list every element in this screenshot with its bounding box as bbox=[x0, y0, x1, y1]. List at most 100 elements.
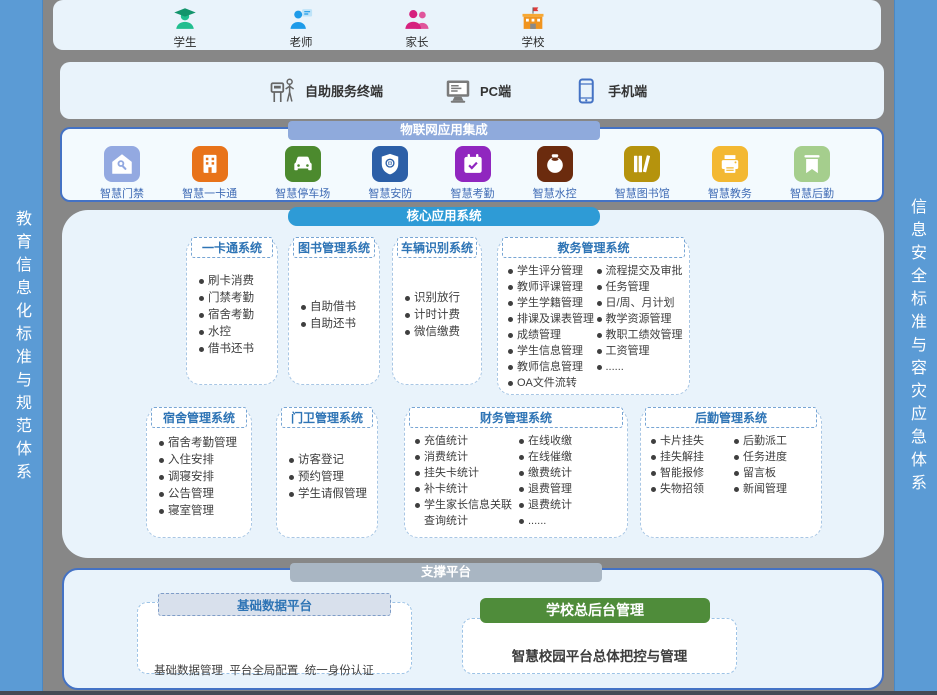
system-box-card-system: 一卡通系统刷卡消费门禁考勤宿舍考勤水控借书还书 bbox=[186, 238, 278, 385]
iot-tile-security bbox=[372, 146, 408, 182]
user-item-parents: 家长 bbox=[385, 0, 449, 50]
list-item: 成绩管理 bbox=[508, 327, 595, 343]
item-column: 充值统计消费统计挂失卡统计补卡统计学生家长信息关联查询统计 bbox=[415, 433, 517, 533]
list-item: 教职工绩效管理 bbox=[597, 327, 684, 343]
users-panel: 学生老师家长学校 bbox=[53, 0, 881, 50]
bullet-icon bbox=[734, 487, 739, 492]
bullet-icon bbox=[508, 365, 513, 370]
bullet-icon bbox=[651, 471, 656, 476]
bullet-icon bbox=[199, 313, 204, 318]
iot-tile-attendance bbox=[455, 146, 491, 182]
bullet-icon bbox=[508, 301, 513, 306]
bullet-icon bbox=[597, 349, 602, 354]
iot-item-library: 智慧图书馆 bbox=[615, 146, 670, 201]
student-icon bbox=[171, 5, 199, 33]
bullet-icon bbox=[159, 492, 164, 497]
bullet-icon bbox=[597, 365, 602, 370]
right-standards-label: 信息安全标准与容灾应急体系 bbox=[904, 198, 928, 497]
school-icon bbox=[519, 5, 547, 33]
bullet-icon bbox=[415, 439, 420, 444]
list-item: 微信缴费 bbox=[405, 324, 475, 341]
base-data-line1: 基础数据管理 平台全局配置 统一身份认证 bbox=[154, 663, 399, 681]
left-standards-label: 教育信息化标准与规范体系 bbox=[9, 210, 33, 486]
list-item: 流程提交及审批 bbox=[597, 263, 684, 279]
list-item: ...... bbox=[597, 359, 684, 375]
system-box-finance-system: 财务管理系统充值统计消费统计挂失卡统计补卡统计学生家长信息关联查询统计在线收缴在… bbox=[404, 408, 628, 538]
list-item: 失物招领 bbox=[651, 481, 732, 497]
list-item: 自助还书 bbox=[301, 316, 373, 333]
system-box-academic-system: 教务管理系统学生评分管理教师评课管理学生学籍管理排课及课表管理成绩管理学生信息管… bbox=[497, 238, 690, 395]
school-admin-box: 智慧校园平台总体把控与管理 bbox=[462, 618, 737, 674]
bullet-icon bbox=[508, 317, 513, 322]
bullet-icon bbox=[415, 471, 420, 476]
list-item: 宿舍考勤 bbox=[199, 307, 271, 324]
parents-icon bbox=[403, 5, 431, 33]
iot-integration-panel: 物联网应用集成 智慧门禁智慧一卡通智慧停车场智慧安防智慧考勤智慧水控智慧图书馆智… bbox=[60, 127, 884, 202]
iot-section-badge: 物联网应用集成 bbox=[288, 121, 600, 140]
list-item: 新闻管理 bbox=[734, 481, 815, 497]
water-icon bbox=[542, 151, 568, 177]
bullet-icon bbox=[519, 519, 524, 524]
bullet-icon bbox=[508, 269, 513, 274]
iot-tile-water bbox=[537, 146, 573, 182]
list-item: 水控 bbox=[199, 324, 271, 341]
iot-item-attendance: 智慧考勤 bbox=[451, 146, 495, 201]
list-item: 挂失解挂 bbox=[651, 449, 732, 465]
list-item: 留言板 bbox=[734, 465, 815, 481]
bullet-icon bbox=[289, 458, 294, 463]
list-item: 宿舍考勤管理 bbox=[159, 435, 245, 452]
bullet-icon bbox=[734, 471, 739, 476]
bullet-icon bbox=[734, 439, 739, 444]
list-item: 门禁考勤 bbox=[199, 290, 271, 307]
bullet-icon bbox=[159, 458, 164, 463]
list-item: 排课及课表管理 bbox=[508, 311, 595, 327]
iot-item-logistics: 智慧后勤 bbox=[790, 146, 834, 201]
bullet-icon bbox=[415, 455, 420, 460]
iot-label-security: 智慧安防 bbox=[368, 185, 412, 201]
iot-label-water: 智慧水控 bbox=[533, 185, 577, 201]
item-column: 学生评分管理教师评课管理学生学籍管理排课及课表管理成绩管理学生信息管理教师信息管… bbox=[508, 263, 595, 390]
terminal-label-phone: 手机端 bbox=[608, 81, 647, 100]
list-item: 缴费统计 bbox=[519, 465, 621, 481]
user-item-school: 学校 bbox=[501, 0, 565, 50]
user-label-school: 学校 bbox=[522, 34, 545, 50]
list-item: 工资管理 bbox=[597, 343, 684, 359]
system-title-vehicle-system: 车辆识别系统 bbox=[397, 237, 477, 258]
system-title-dorm-system: 宿舍管理系统 bbox=[151, 407, 247, 428]
iot-label-card: 智慧一卡通 bbox=[182, 185, 237, 201]
system-box-gate-system: 门卫管理系统访客登记预约管理学生请假管理 bbox=[276, 408, 378, 538]
list-item: 学生评分管理 bbox=[508, 263, 595, 279]
bullet-icon bbox=[199, 330, 204, 335]
iot-label-academic: 智慧教务 bbox=[708, 185, 752, 201]
list-item: 挂失卡统计 bbox=[415, 465, 517, 481]
bullet-icon bbox=[289, 492, 294, 497]
item-column: 后勤派工任务进度留言板新闻管理 bbox=[734, 433, 815, 533]
terminal-item-phone: 手机端 bbox=[571, 76, 647, 106]
left-standards-bar: 教育信息化标准与规范体系 bbox=[0, 0, 43, 695]
bullet-icon bbox=[519, 487, 524, 492]
iot-item-parking: 智慧停车场 bbox=[275, 146, 330, 201]
bullet-icon bbox=[651, 439, 656, 444]
item-column: 流程提交及审批任务管理日/周、月计划教学资源管理教职工绩效管理工资管理.....… bbox=[597, 263, 684, 390]
bullet-icon bbox=[159, 475, 164, 480]
system-box-logistics-system: 后勤管理系统卡片挂失挂失解挂智能报修失物招领后勤派工任务进度留言板新闻管理 bbox=[640, 408, 822, 538]
iot-item-access: 智慧门禁 bbox=[100, 146, 144, 201]
bullet-icon bbox=[519, 503, 524, 508]
list-item: 智能报修 bbox=[651, 465, 732, 481]
list-item: 补卡统计 bbox=[415, 481, 517, 497]
parking-icon bbox=[290, 151, 316, 177]
kiosk-icon bbox=[268, 76, 298, 106]
user-label-student: 学生 bbox=[174, 34, 197, 50]
bullet-icon bbox=[597, 285, 602, 290]
school-admin-desc: 智慧校园平台总体把控与管理 bbox=[463, 645, 736, 665]
terminal-item-kiosk: 自助服务终端 bbox=[268, 76, 383, 106]
bullet-icon bbox=[519, 471, 524, 476]
list-item: 任务管理 bbox=[597, 279, 684, 295]
system-title-logistics-system: 后勤管理系统 bbox=[645, 407, 817, 428]
user-label-parents: 家长 bbox=[406, 34, 429, 50]
iot-item-academic: 智慧教务 bbox=[708, 146, 752, 201]
list-item: 公告管理 bbox=[159, 486, 245, 503]
list-item: 学生学籍管理 bbox=[508, 295, 595, 311]
user-item-student: 学生 bbox=[153, 0, 217, 50]
access-icon bbox=[109, 151, 135, 177]
